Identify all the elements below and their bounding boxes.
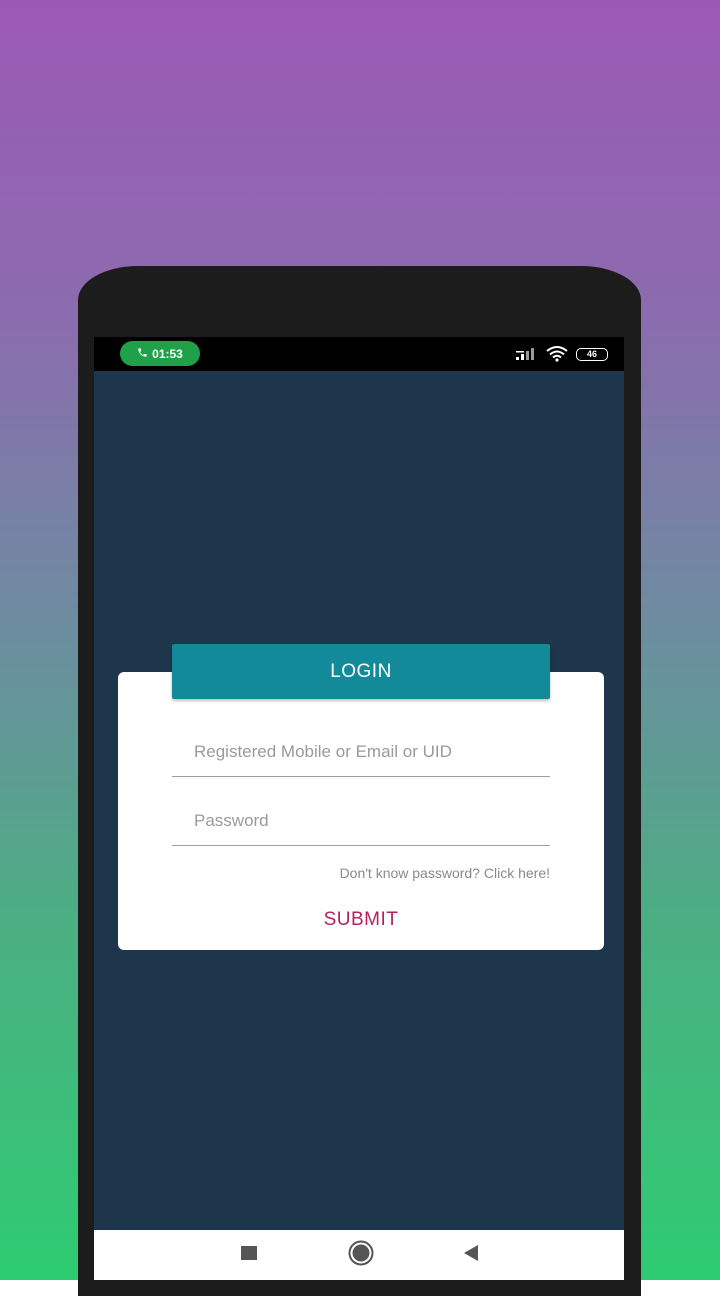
nav-recent-button[interactable]	[234, 1240, 264, 1270]
login-header: LOGIN	[172, 644, 550, 699]
wifi-icon	[546, 346, 568, 362]
phone-icon	[137, 347, 148, 361]
status-bar: 01:53 46	[94, 337, 624, 371]
username-field	[172, 728, 550, 777]
forgot-password-link[interactable]: Don't know password? Click here!	[340, 865, 550, 881]
square-icon	[240, 1245, 258, 1266]
submit-button[interactable]: SUBMIT	[274, 903, 448, 937]
nav-back-button[interactable]	[456, 1240, 486, 1270]
navigation-bar	[94, 1230, 624, 1280]
circle-icon	[347, 1239, 375, 1272]
username-input[interactable]	[172, 728, 550, 776]
triangle-back-icon	[462, 1244, 480, 1267]
battery-level: 46	[586, 348, 597, 359]
status-icons: 46	[516, 344, 608, 364]
login-title: LOGIN	[330, 660, 392, 682]
password-field	[172, 797, 550, 846]
app-screen: 01:53 46 LOGIN Registered Mobile or Emai…	[94, 337, 624, 1280]
call-time: 01:53	[152, 346, 183, 361]
signal-icon	[516, 347, 538, 361]
nav-home-button[interactable]	[346, 1240, 376, 1270]
battery-icon: 46	[576, 347, 608, 361]
password-input[interactable]	[172, 797, 550, 845]
ongoing-call-pill[interactable]: 01:53	[120, 341, 200, 366]
